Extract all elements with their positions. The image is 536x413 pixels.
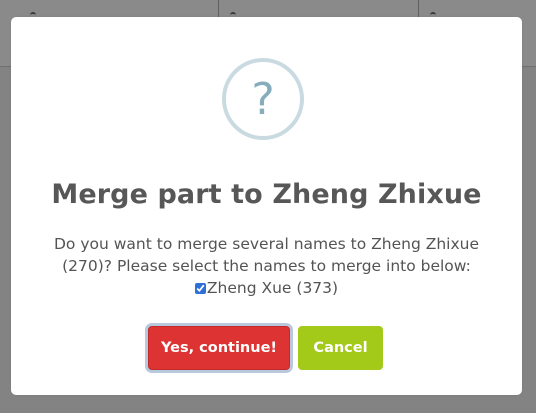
dialog-actions: Yes, continue! Cancel: [11, 326, 522, 370]
confirm-button[interactable]: Yes, continue!: [148, 326, 290, 370]
cancel-button[interactable]: Cancel: [298, 326, 383, 370]
question-glyph: ?: [251, 74, 275, 125]
merge-option[interactable]: Zheng Xue (373): [194, 277, 339, 299]
merge-dialog: ? Merge part to Zheng Zhixue Do you want…: [11, 17, 522, 395]
message-line-1: Do you want to merge several names to Zh…: [53, 235, 479, 253]
merge-option-checkbox[interactable]: [194, 282, 206, 294]
question-mark-icon: ?: [222, 58, 304, 140]
message-line-2: (270)? Please select the names to merge …: [62, 257, 471, 275]
merge-option-label: Zheng Xue (373): [206, 279, 339, 297]
dialog-message: Do you want to merge several names to Zh…: [31, 233, 502, 300]
dialog-title: Merge part to Zheng Zhixue: [51, 179, 482, 210]
